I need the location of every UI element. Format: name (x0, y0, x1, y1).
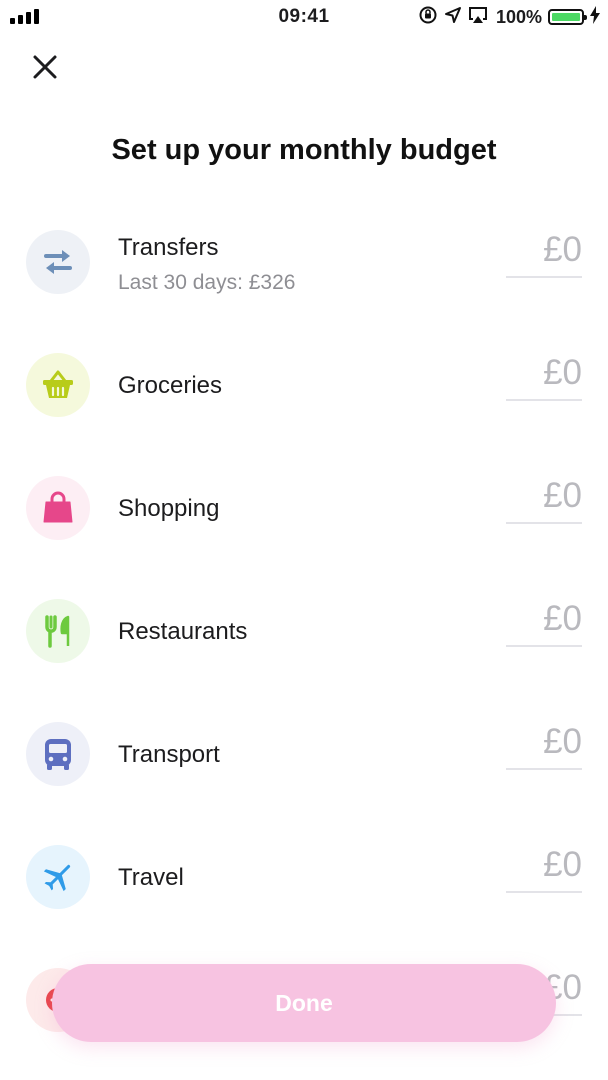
category-row-transfers: Transfers Last 30 days: £326 (0, 220, 608, 340)
travel-icon-circle (26, 845, 90, 909)
budget-amount-input-transfers[interactable] (506, 228, 582, 278)
close-icon (33, 55, 57, 79)
orientation-lock-icon (418, 5, 438, 30)
bus-icon (45, 739, 71, 770)
category-row-groceries: Groceries (0, 343, 608, 463)
status-bar: 09:41 100% (0, 0, 608, 34)
battery-percent: 100% (495, 6, 542, 27)
airplay-icon (468, 6, 488, 29)
cutlery-icon (45, 615, 70, 648)
restaurants-icon-circle (26, 599, 90, 663)
close-button[interactable] (28, 50, 62, 84)
shopping-bag-icon (43, 491, 73, 523)
transport-icon-circle (26, 722, 90, 786)
airplane-icon (43, 864, 71, 892)
groceries-icon-circle (26, 353, 90, 417)
charging-bolt-icon (590, 5, 600, 29)
category-row-travel: Travel (0, 835, 608, 955)
done-button[interactable]: Done (52, 964, 556, 1042)
category-row-shopping: Shopping (0, 466, 608, 586)
status-right: 100% (418, 5, 600, 29)
battery-icon (548, 9, 587, 25)
budget-amount-input-transport[interactable] (506, 720, 582, 770)
category-name: Groceries (118, 372, 223, 399)
shopping-icon-circle (26, 476, 90, 540)
budget-amount-input-restaurants[interactable] (506, 597, 582, 647)
location-icon (444, 6, 462, 29)
category-name: Transport (118, 741, 220, 768)
basket-icon (43, 370, 73, 398)
battery-level-fill (552, 13, 580, 21)
category-name: Travel (118, 864, 184, 891)
transfer-arrows-icon (44, 250, 72, 274)
budget-amount-input-groceries[interactable] (506, 351, 582, 401)
category-row-transport: Transport (0, 712, 608, 832)
page-title: Set up your monthly budget (111, 134, 497, 166)
category-subtitle: Last 30 days: £326 (118, 271, 296, 294)
category-name: Transfers (118, 234, 219, 261)
category-name: Shopping (118, 495, 220, 522)
budget-amount-input-travel[interactable] (506, 843, 582, 893)
budget-amount-input-shopping[interactable] (506, 474, 582, 524)
category-name: Restaurants (118, 618, 248, 645)
category-row-restaurants: Restaurants (0, 589, 608, 709)
transfers-icon-circle (26, 230, 90, 294)
